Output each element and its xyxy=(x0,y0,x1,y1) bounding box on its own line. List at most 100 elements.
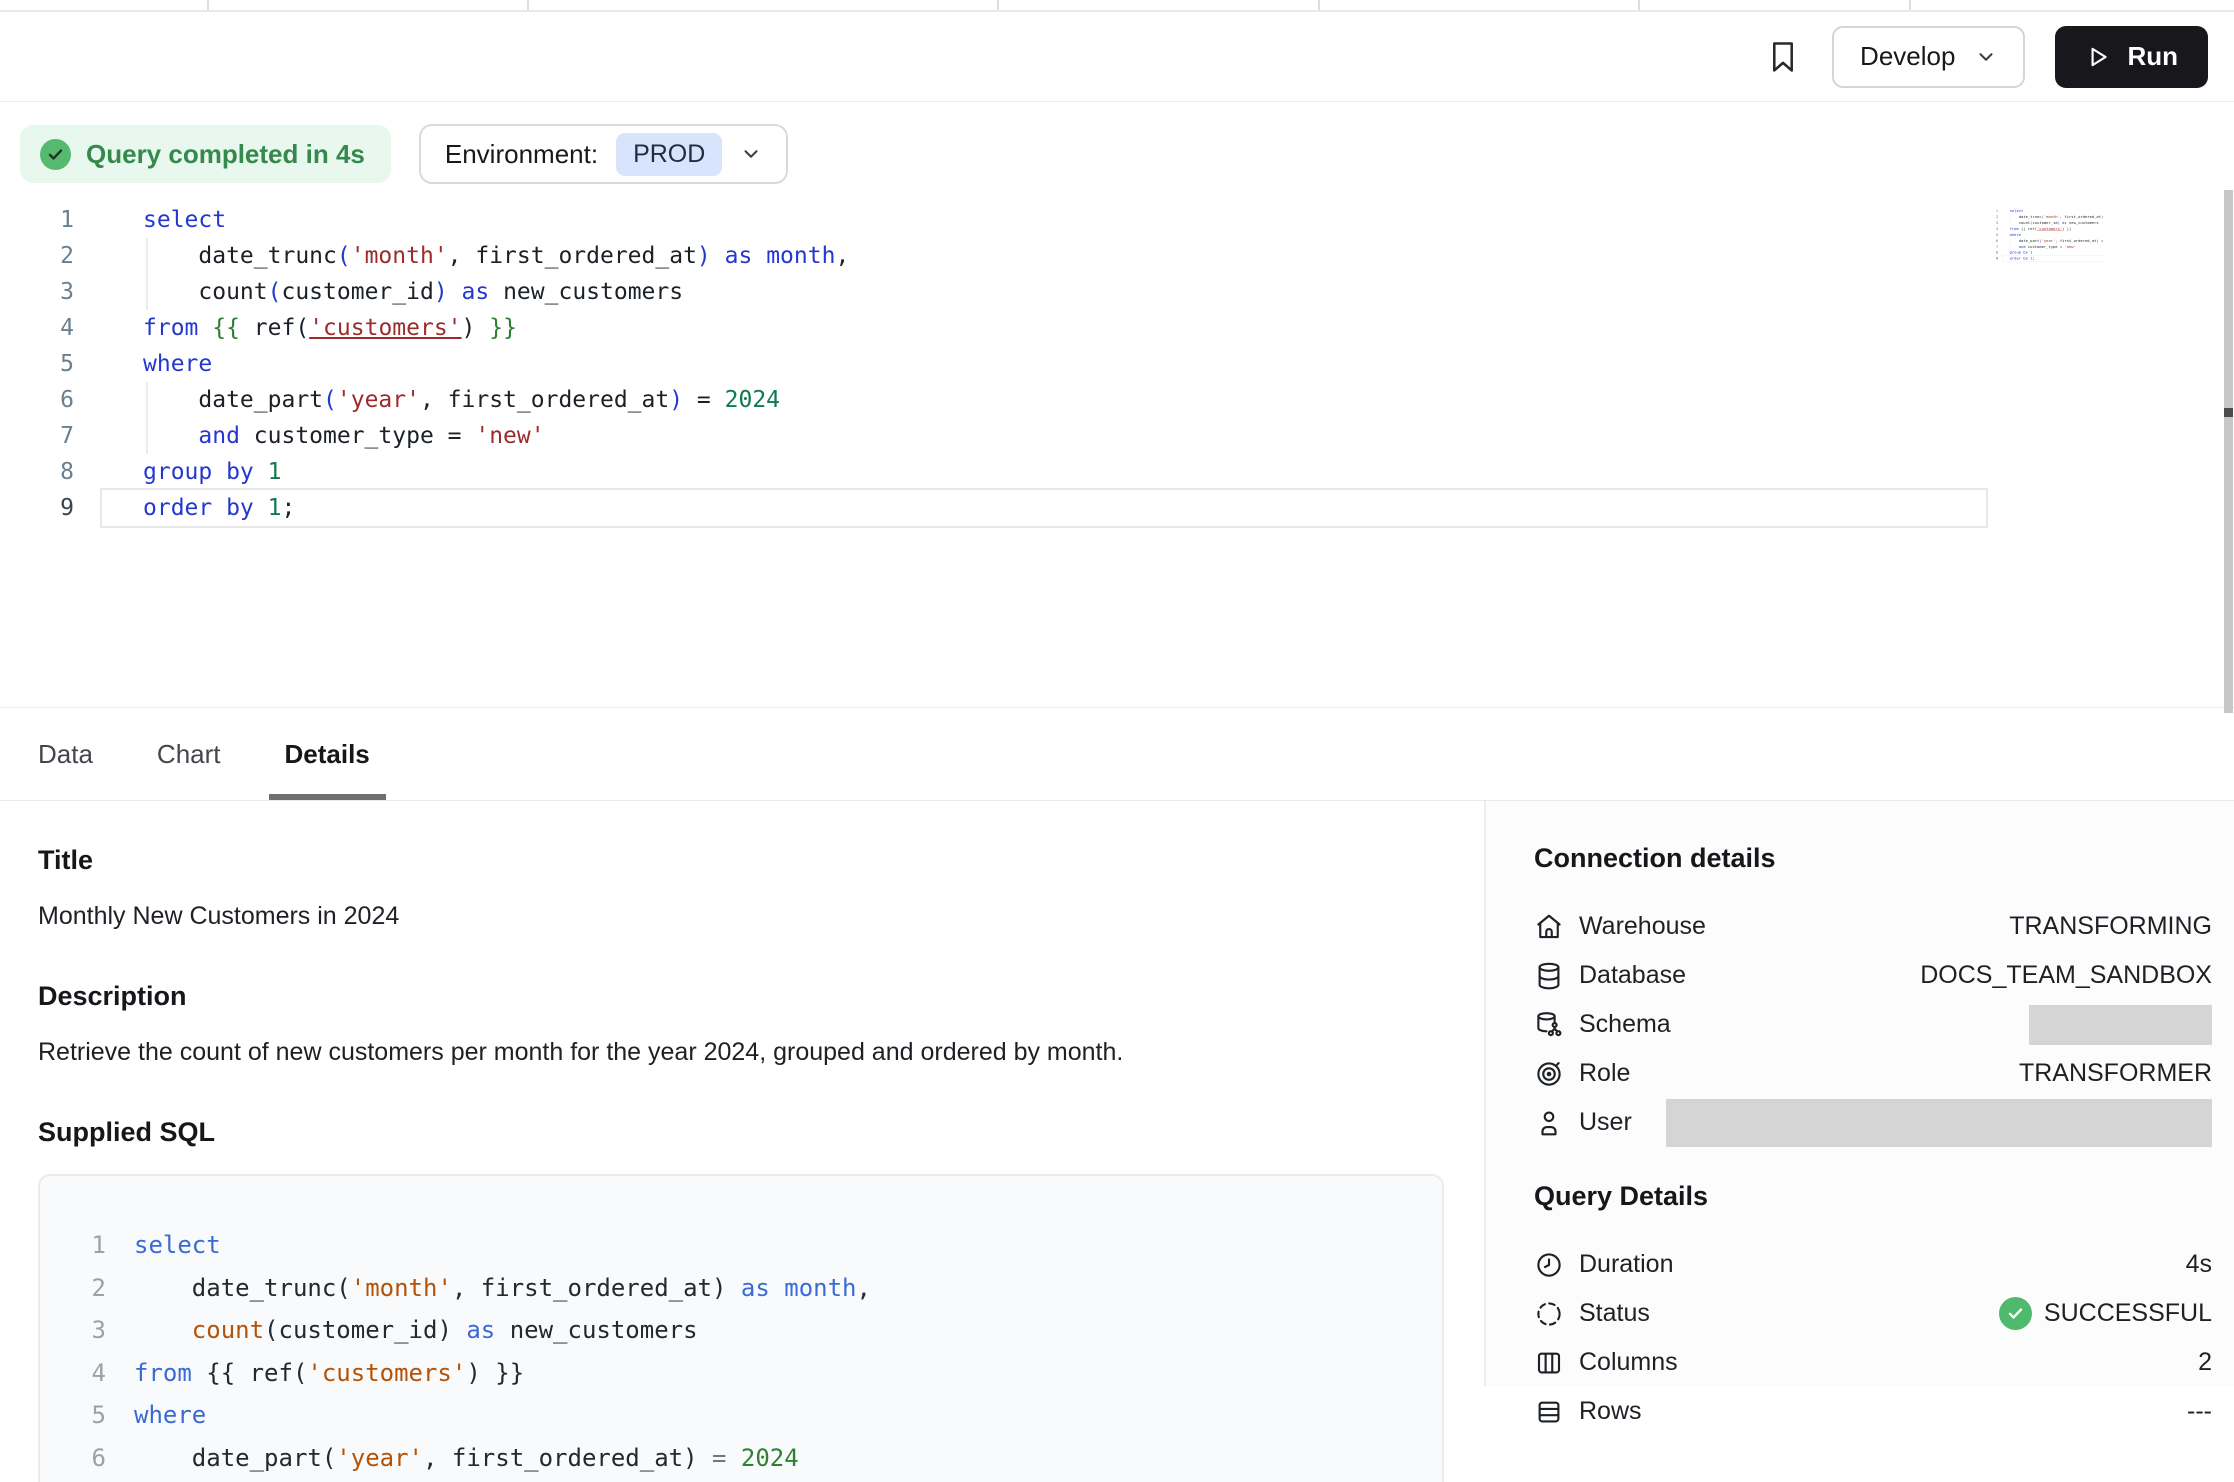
line-number: 3 xyxy=(40,1309,106,1352)
user-icon xyxy=(1534,1108,1564,1138)
line-number: 6 xyxy=(40,1437,106,1480)
row-label: Columns xyxy=(1579,1348,1678,1377)
chevron-down-icon xyxy=(740,143,762,165)
editor-scrollbar[interactable] xyxy=(2224,190,2233,713)
description-value: Retrieve the count of new customers per … xyxy=(38,1038,1444,1067)
line-number: 2 xyxy=(40,1267,106,1310)
success-check-icon xyxy=(1999,1297,2032,1330)
row-label: Schema xyxy=(1579,1010,1671,1039)
line-number: 1 xyxy=(0,202,100,238)
code-text: order by 1; xyxy=(2003,256,2035,262)
line-number: 7 xyxy=(0,418,100,454)
code-line[interactable]: 3 count(customer_id) as new_customers xyxy=(40,1309,1442,1352)
code-line[interactable]: 9order by 1; xyxy=(0,490,2234,526)
row-label: Duration xyxy=(1579,1250,1674,1279)
code-line[interactable]: 6 date_part('year', first_ordered_at) = … xyxy=(40,1437,1442,1480)
tab-chart[interactable]: Chart xyxy=(157,708,221,800)
supplied-sql-code-block: 1select2 date_trunc('month', first_order… xyxy=(38,1174,1444,1482)
window-tab-divider xyxy=(997,0,999,10)
sql-editor[interactable]: 1select2 date_trunc('month', first_order… xyxy=(0,202,2234,707)
bookmark-icon[interactable] xyxy=(1764,38,1802,76)
status-icon xyxy=(1534,1299,1564,1329)
query-details-heading: Query Details xyxy=(1534,1181,2212,1212)
line-number: 5 xyxy=(0,346,100,382)
columns-icon xyxy=(1534,1348,1564,1378)
code-line[interactable]: 7 and customer_type = 'new' xyxy=(0,418,2234,454)
code-text: date_trunc('month', first_ordered_at) as… xyxy=(106,1267,871,1310)
row-label: Rows xyxy=(1579,1397,1642,1426)
run-button[interactable]: Run xyxy=(2055,26,2208,88)
code-line[interactable]: 1select xyxy=(40,1224,1442,1267)
details-left-panel: Title Monthly New Customers in 2024 Desc… xyxy=(0,801,1484,1386)
toolbar: Develop Run xyxy=(0,12,2234,102)
query-details-row-status: Status SUCCESSFUL xyxy=(1534,1289,2212,1338)
code-text: date_part('year', first_ordered_at) = 20… xyxy=(106,1437,799,1480)
line-number: 4 xyxy=(40,1352,106,1395)
environment-selector[interactable]: Environment: PROD xyxy=(419,124,788,184)
code-line[interactable]: 2 date_trunc('month', first_ordered_at) … xyxy=(40,1267,1442,1310)
code-text: date_part('year', first_ordered_at) = 20… xyxy=(100,382,780,418)
play-icon xyxy=(2085,44,2111,70)
code-text: group by 1 xyxy=(100,454,282,490)
line-number: 4 xyxy=(0,310,100,346)
schema-icon xyxy=(1534,1010,1564,1040)
line-number: 2 xyxy=(0,238,100,274)
code-text: and customer_type = 'new' xyxy=(100,418,545,454)
connection-row-schema: Schema xyxy=(1534,1000,2212,1049)
code-line[interactable]: 9order by 1; xyxy=(1986,256,2104,262)
row-label: Database xyxy=(1579,961,1686,990)
redacted-value xyxy=(1666,1099,2212,1147)
role-icon xyxy=(1534,1059,1564,1089)
code-text: from {{ ref('customers') }} xyxy=(106,1352,524,1395)
tab-details[interactable]: Details xyxy=(285,708,370,800)
row-label: Status xyxy=(1579,1299,1650,1328)
code-line[interactable]: 2 date_trunc('month', first_ordered_at) … xyxy=(0,238,2234,274)
code-text: date_trunc('month', first_ordered_at) as… xyxy=(100,238,849,274)
database-icon xyxy=(1534,961,1564,991)
code-line[interactable]: 4from {{ ref('customers') }} xyxy=(0,310,2234,346)
code-text: count(customer_id) as new_customers xyxy=(106,1309,698,1352)
tab-data[interactable]: Data xyxy=(38,708,93,800)
rows-icon xyxy=(1534,1397,1564,1427)
row-label: Role xyxy=(1579,1059,1630,1088)
row-value: TRANSFORMER xyxy=(2019,1059,2212,1088)
code-text: where xyxy=(100,346,212,382)
editor-minimap[interactable]: 1select2 date_trunc('month', first_order… xyxy=(1986,208,2104,283)
query-status-text: Query completed in 4s xyxy=(86,139,365,170)
connection-row-role: Role TRANSFORMER xyxy=(1534,1049,2212,1098)
scrollbar-cursor-marker xyxy=(2224,408,2233,417)
window-tab-strip xyxy=(0,0,2234,12)
develop-button[interactable]: Develop xyxy=(1832,26,2025,88)
chevron-down-icon xyxy=(1975,46,1997,68)
window-tab-divider xyxy=(1638,0,1640,10)
window-tab-divider xyxy=(207,0,209,10)
code-line[interactable]: 6 date_part('year', first_ordered_at) = … xyxy=(0,382,2234,418)
query-status-badge: Query completed in 4s xyxy=(20,125,391,183)
row-value: --- xyxy=(2187,1397,2212,1426)
environment-label: Environment: xyxy=(445,139,598,170)
row-value: TRANSFORMING xyxy=(2009,912,2212,941)
code-line[interactable]: 1select xyxy=(0,202,2234,238)
connection-row-warehouse: Warehouse TRANSFORMING xyxy=(1534,902,2212,951)
run-button-label: Run xyxy=(2127,41,2178,72)
row-label: Warehouse xyxy=(1579,912,1706,941)
row-value: SUCCESSFUL xyxy=(1999,1297,2212,1330)
connection-details-heading: Connection details xyxy=(1534,843,2212,874)
supplied-sql-heading: Supplied SQL xyxy=(38,1117,1444,1148)
title-value: Monthly New Customers in 2024 xyxy=(38,902,1444,931)
develop-button-label: Develop xyxy=(1860,41,1955,72)
details-content: Title Monthly New Customers in 2024 Desc… xyxy=(0,801,2234,1386)
code-line[interactable]: 8group by 1 xyxy=(0,454,2234,490)
code-text: where xyxy=(106,1394,206,1437)
line-number: 1 xyxy=(40,1224,106,1267)
code-line[interactable]: 5where xyxy=(40,1394,1442,1437)
window-tab-divider xyxy=(1909,0,1911,10)
row-value: DOCS_TEAM_SANDBOX xyxy=(1920,961,2212,990)
code-line[interactable]: 4from {{ ref('customers') }} xyxy=(40,1352,1442,1395)
query-details-row-rows: Rows --- xyxy=(1534,1387,2212,1436)
code-text: count(customer_id) as new_customers xyxy=(100,274,683,310)
code-line[interactable]: 5where xyxy=(0,346,2234,382)
check-circle-icon xyxy=(40,139,71,170)
result-tabs: Data Chart Details xyxy=(0,707,2234,801)
code-line[interactable]: 3 count(customer_id) as new_customers xyxy=(0,274,2234,310)
